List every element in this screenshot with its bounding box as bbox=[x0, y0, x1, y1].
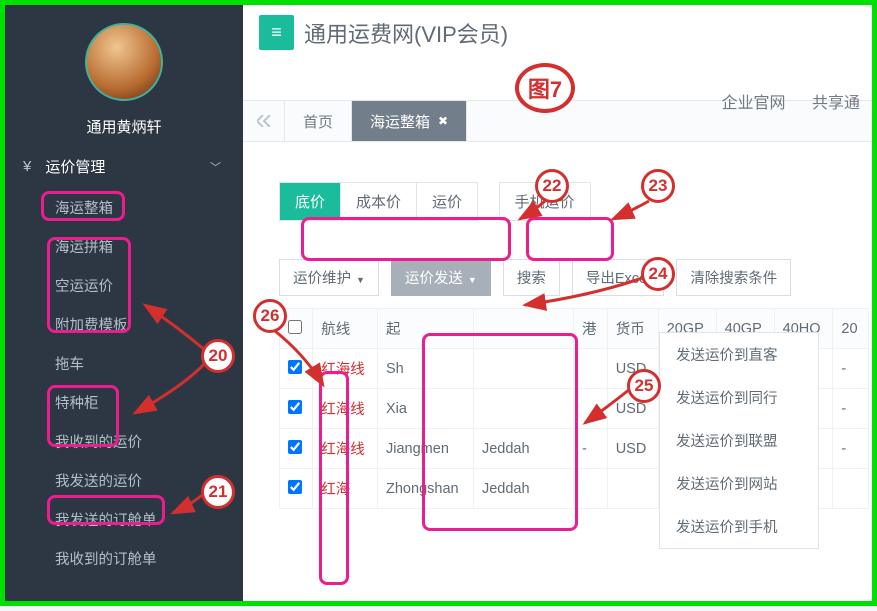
maintain-label: 运价维护 bbox=[293, 271, 351, 287]
annotation-callout-20: 20 bbox=[201, 339, 235, 373]
cell-dash: - bbox=[573, 429, 607, 469]
action-bar: 运价维护▼ 运价发送▼ 搜索 导出Excel 清除搜索条件 bbox=[279, 259, 872, 296]
annotation-figure-label: 图7 bbox=[528, 72, 562, 104]
annotation-callout-24: 24 bbox=[641, 257, 675, 291]
cell-route: 红海 bbox=[313, 469, 378, 509]
cell-route: 红海线 bbox=[313, 389, 378, 429]
tab-active-label: 海运整箱 bbox=[370, 111, 430, 132]
col-route: 航线 bbox=[313, 309, 378, 349]
send-label: 运价发送 bbox=[405, 271, 463, 287]
cell-route: 红海线 bbox=[313, 429, 378, 469]
avatar[interactable] bbox=[85, 23, 163, 101]
cell-port1: Zhongshan bbox=[378, 469, 474, 509]
annotation-callout-21: 21 bbox=[201, 475, 235, 509]
cell-curr: USD bbox=[607, 429, 658, 469]
dropdown-item-website[interactable]: 发送运价到网站 bbox=[660, 462, 818, 505]
clear-button[interactable]: 清除搜索条件 bbox=[676, 259, 791, 296]
tab-home[interactable]: 首页 bbox=[285, 101, 352, 141]
maintain-button[interactable]: 运价维护 ▼ bbox=[279, 259, 379, 296]
col-gap bbox=[473, 309, 573, 349]
close-icon[interactable]: ✖ bbox=[438, 114, 448, 128]
checkbox-all[interactable] bbox=[288, 320, 302, 334]
cell-port1: Jiangmen bbox=[378, 429, 474, 469]
hamburger-button[interactable]: ≡ bbox=[259, 15, 294, 50]
cell-route: 红海线 bbox=[313, 349, 378, 389]
caret-down-icon: ▼ bbox=[356, 275, 365, 285]
yen-icon: ¥ bbox=[23, 158, 31, 175]
sidebar: 通用黄炳轩 ¥ 运价管理 ﹀ 海运整箱 海运拼箱 空运运价 附加费模板 拖车 特… bbox=[5, 5, 243, 601]
col-port: 港 bbox=[573, 309, 607, 349]
app-title: 通用运费网(VIP会员) bbox=[304, 17, 508, 49]
sidebar-menu: 海运整箱 海运拼箱 空运运价 附加费模板 拖车 特种柜 我收到的运价 我发送的运… bbox=[5, 188, 243, 578]
dropdown-item-direct[interactable]: 发送运价到直客 bbox=[660, 333, 818, 376]
pricetab-base[interactable]: 底价 bbox=[280, 183, 341, 220]
col-origin: 起 bbox=[378, 309, 474, 349]
sidebar-item-received[interactable]: 我收到的运价 bbox=[5, 422, 243, 461]
pricetab-rate[interactable]: 运价 bbox=[417, 183, 477, 220]
sidebar-item-ocean-fcl[interactable]: 海运整箱 bbox=[5, 188, 243, 227]
row-checkbox[interactable] bbox=[288, 480, 302, 494]
annotation-callout-25: 25 bbox=[627, 369, 661, 403]
sidebar-item-recv-booking[interactable]: 我收到的订舱单 bbox=[5, 539, 243, 578]
sidebar-item-air[interactable]: 空运运价 bbox=[5, 266, 243, 305]
dropdown-item-alliance[interactable]: 发送运价到联盟 bbox=[660, 419, 818, 462]
row-checkbox[interactable] bbox=[288, 360, 302, 374]
cell-last: - bbox=[833, 389, 869, 429]
annotation-callout-23: 23 bbox=[641, 169, 675, 203]
send-button[interactable]: 运价发送 ▼ bbox=[391, 259, 491, 296]
annotation-figure-badge: 图7 bbox=[515, 63, 575, 113]
dropdown-item-mobile[interactable]: 发送运价到手机 bbox=[660, 505, 818, 548]
price-tabs-row: 底价 成本价 运价 手机运价 bbox=[279, 182, 872, 221]
cell-port2: Jeddah bbox=[473, 469, 573, 509]
username: 通用黄炳轩 bbox=[5, 116, 243, 137]
cell-last: - bbox=[833, 429, 869, 469]
annotation-callout-22: 22 bbox=[535, 169, 569, 203]
pricetab-cost[interactable]: 成本价 bbox=[341, 183, 417, 220]
search-button[interactable]: 搜索 bbox=[503, 259, 560, 296]
sidebar-item-surcharge[interactable]: 附加费模板 bbox=[5, 305, 243, 344]
cell-port1: Xia bbox=[378, 389, 474, 429]
row-checkbox[interactable] bbox=[288, 440, 302, 454]
col-20x: 20 bbox=[833, 309, 869, 349]
link-share[interactable]: 共享通 bbox=[812, 95, 860, 112]
annotation-callout-26: 26 bbox=[253, 299, 287, 333]
avatar-block: 通用黄炳轩 bbox=[5, 5, 243, 145]
topbar: ≡ 通用运费网(VIP会员) bbox=[243, 5, 872, 50]
tab-ocean-fcl[interactable]: 海运整箱 ✖ bbox=[352, 101, 467, 141]
tab-rewind-button[interactable] bbox=[243, 101, 285, 141]
sidebar-group-label: 运价管理 bbox=[45, 156, 105, 177]
top-links: 企业官网 共享通 bbox=[700, 89, 860, 113]
link-website[interactable]: 企业官网 bbox=[722, 95, 786, 112]
sidebar-item-special[interactable]: 特种柜 bbox=[5, 383, 243, 422]
cell-last: - bbox=[833, 349, 869, 389]
rewind-icon bbox=[257, 115, 271, 127]
send-dropdown: 发送运价到直客 发送运价到同行 发送运价到联盟 发送运价到网站 发送运价到手机 bbox=[659, 332, 819, 549]
dropdown-item-peer[interactable]: 发送运价到同行 bbox=[660, 376, 818, 419]
chevron-down-icon: ﹀ bbox=[210, 159, 221, 175]
caret-down-icon: ▼ bbox=[468, 275, 477, 285]
row-checkbox[interactable] bbox=[288, 400, 302, 414]
price-tabs-a: 底价 成本价 运价 bbox=[279, 182, 478, 221]
col-curr: 货币 bbox=[607, 309, 658, 349]
cell-port2: Jeddah bbox=[473, 429, 573, 469]
cell-port1: Sh bbox=[378, 349, 474, 389]
tab-home-label: 首页 bbox=[303, 111, 333, 132]
sidebar-group-freight[interactable]: ¥ 运价管理 ﹀ bbox=[5, 145, 243, 188]
sidebar-item-ocean-lcl[interactable]: 海运拼箱 bbox=[5, 227, 243, 266]
